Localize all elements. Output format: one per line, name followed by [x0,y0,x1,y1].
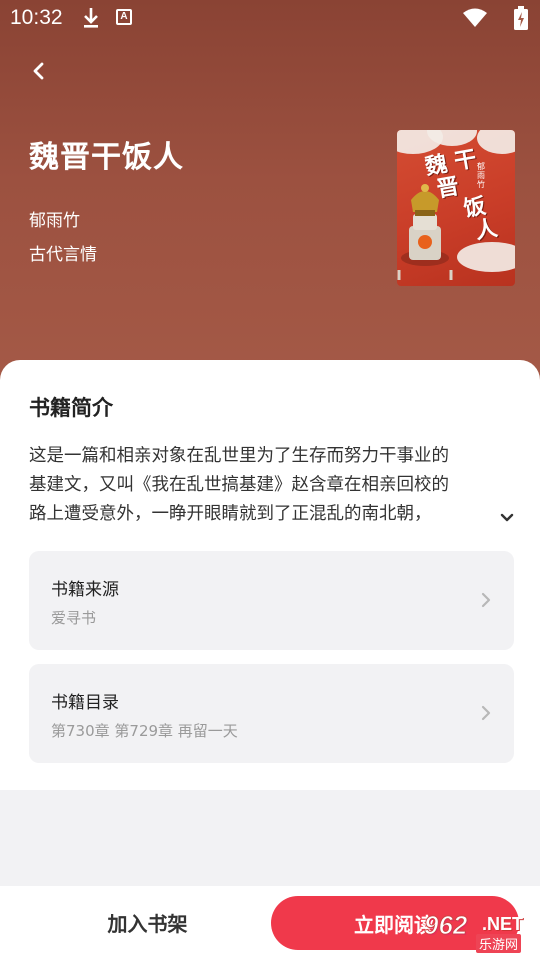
book-genre[interactable]: 古代言情 [29,240,97,265]
book-catalog-value: 第730章 第729章 再留一天 [51,722,238,740]
chevron-right-icon [481,705,491,721]
intro-text[interactable]: 这是一篇和相亲对象在乱世里为了生存而努力干事业的 基建文，又叫《我在乱世搞基建》… [29,442,519,529]
wifi-icon [463,8,487,27]
battery-charging-icon [514,6,528,30]
status-time: 10:32 [10,6,63,29]
book-cover: 魏 干 晋 饭 人 郁雨竹 [397,130,515,286]
book-catalog-title: 书籍目录 [51,693,119,713]
intro-line: 这是一篇和相亲对象在乱世里为了生存而努力干事业的 [29,446,449,466]
intro-line: 基建文，又叫《我在乱世搞基建》赵含章在相亲回校的 [29,475,449,495]
chevron-down-icon[interactable] [496,506,518,528]
add-to-shelf-button[interactable]: 加入书架 [60,908,235,937]
book-source-value: 爱寻书 [51,609,97,627]
book-source-card[interactable]: 书籍来源 爱寻书 [29,551,514,650]
book-author[interactable]: 郁雨竹 [29,206,80,231]
download-icon [84,8,98,28]
intro-line: 路上遭受意外，一睁开眼睛就到了正混乱的南北朝， [29,504,432,524]
back-button[interactable] [22,54,56,88]
status-bar: 10:32 A [0,0,540,36]
book-catalog-card[interactable]: 书籍目录 第730章 第729章 再留一天 [29,664,514,763]
watermark-net: .NET [482,914,524,934]
watermark-site: 乐游网 [476,934,522,953]
cover-author-art: 郁雨竹 [477,162,485,189]
detail-sheet: 书籍简介 这是一篇和相亲对象在乱世里为了生存而努力干事业的 基建文，又叫《我在乱… [0,360,540,790]
watermark-number: 962 [423,910,468,941]
book-source-title: 书籍来源 [51,580,119,600]
watermark-logo: 962 .NET 乐游网 [418,910,536,956]
intro-heading: 书籍简介 [29,396,113,420]
cover-title-art: 魏 干 晋 饭 人 [423,145,500,252]
chevron-right-icon [481,592,491,608]
book-title: 魏晋干饭人 [29,140,184,175]
chevron-left-icon [33,62,44,80]
a-notification-icon: A [116,9,132,25]
